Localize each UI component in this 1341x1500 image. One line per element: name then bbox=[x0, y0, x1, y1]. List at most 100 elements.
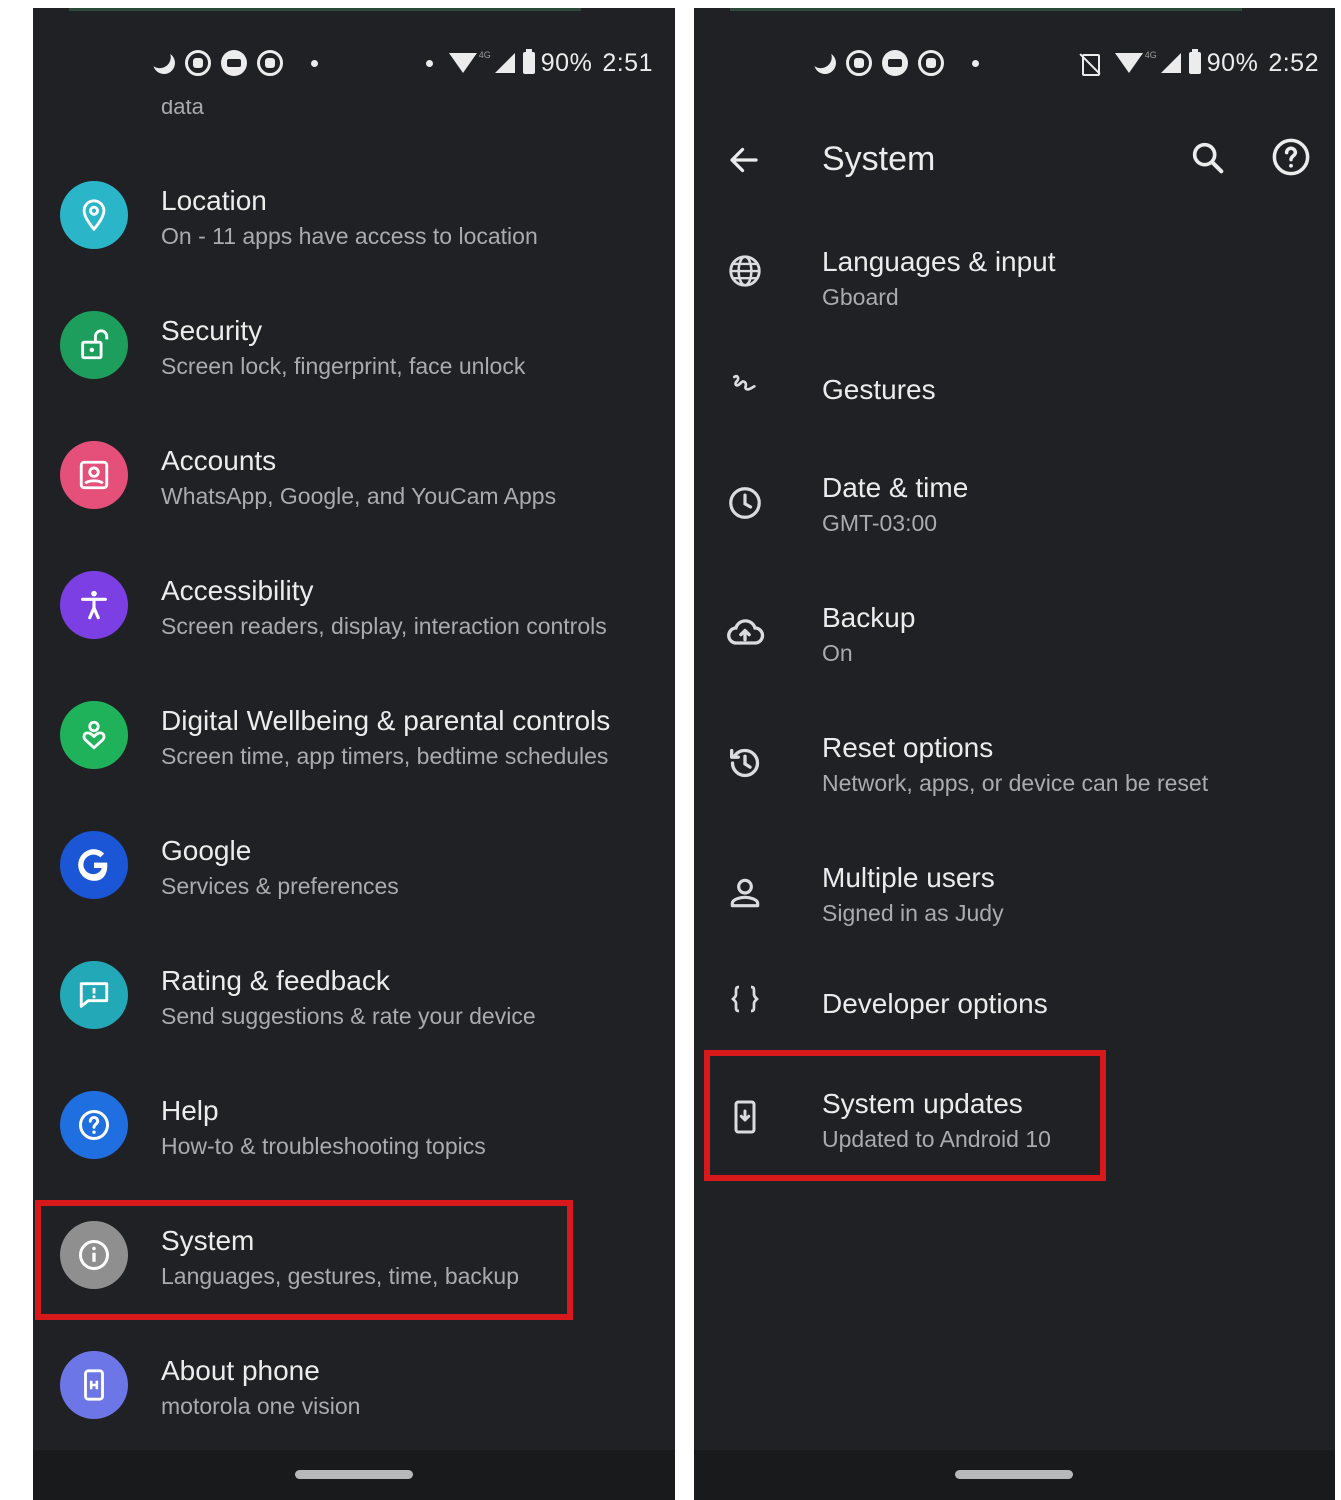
settings-item-subtitle: Screen readers, display, interaction con… bbox=[161, 613, 607, 639]
scrolled-off-text: data bbox=[161, 100, 204, 118]
notification-icon bbox=[257, 50, 283, 76]
unlock-icon bbox=[60, 311, 128, 379]
settings-item-title: Digital Wellbeing & parental controls bbox=[161, 705, 611, 736]
battery-icon bbox=[522, 49, 535, 74]
settings-item-title: Google bbox=[161, 835, 252, 866]
wifi-icon bbox=[1114, 53, 1143, 73]
settings-item-subtitle: How-to & troubleshooting topics bbox=[161, 1133, 486, 1159]
do-not-disturb-icon bbox=[811, 49, 839, 77]
globe-icon bbox=[724, 250, 766, 292]
do-not-disturb-icon bbox=[150, 49, 178, 77]
system-item-title: Reset options bbox=[822, 732, 994, 763]
battery-icon bbox=[1188, 49, 1201, 74]
settings-item-title: Rating & feedback bbox=[161, 965, 390, 996]
settings-item-digital-wellbeing[interactable]: Digital Wellbeing & parental controls Sc… bbox=[33, 680, 675, 800]
settings-item-subtitle: WhatsApp, Google, and YouCam Apps bbox=[161, 483, 557, 509]
settings-item-title: Location bbox=[161, 185, 267, 216]
settings-item-google[interactable]: Google Services & preferences bbox=[33, 810, 675, 930]
settings-item-accounts[interactable]: Accounts WhatsApp, Google, and YouCam Ap… bbox=[33, 420, 675, 540]
network-type-icon: 4G bbox=[1144, 50, 1157, 60]
page-title: System bbox=[822, 140, 936, 178]
settings-item-title: Accessibility bbox=[161, 575, 314, 606]
system-item-title: Gestures bbox=[822, 374, 936, 405]
history-icon bbox=[724, 742, 766, 784]
settings-item-title: About phone bbox=[161, 1355, 320, 1386]
settings-item-location[interactable]: Location On - 11 apps have access to loc… bbox=[33, 160, 675, 280]
instagram-icon bbox=[846, 50, 872, 76]
wifi-icon bbox=[448, 53, 477, 73]
clock-time: 2:52 bbox=[1268, 48, 1319, 77]
top-accent-line bbox=[730, 8, 1242, 11]
system-item-title: Multiple users bbox=[822, 862, 995, 893]
instagram-icon bbox=[185, 50, 211, 76]
system-item-subtitle: GMT-03:00 bbox=[822, 510, 938, 536]
messenger-icon bbox=[221, 50, 247, 76]
settings-item-subtitle: motorola one vision bbox=[161, 1393, 361, 1419]
clock-icon bbox=[724, 482, 766, 524]
cloud-upload-icon bbox=[724, 612, 766, 654]
system-item-title: Backup bbox=[822, 602, 916, 633]
system-item-languages-input[interactable]: Languages & input Gboard bbox=[694, 214, 1335, 334]
app-bar: System bbox=[694, 120, 1335, 200]
network-type-icon: 4G bbox=[478, 50, 491, 60]
home-gesture-handle[interactable] bbox=[955, 1470, 1073, 1479]
status-bar: 4G 90% 2:51 bbox=[153, 46, 653, 80]
status-bar: 4G 90% 2:52 bbox=[814, 46, 1319, 80]
system-item-subtitle: Network, apps, or device can be reset bbox=[822, 770, 1209, 796]
account-box-icon bbox=[60, 441, 128, 509]
more-notifications-dot-icon bbox=[972, 59, 979, 67]
help-icon[interactable] bbox=[1270, 136, 1312, 178]
braces-icon bbox=[724, 978, 766, 1020]
system-item-subtitle: On bbox=[822, 640, 853, 666]
clock-time: 2:51 bbox=[602, 48, 653, 77]
battery-percent: 90% bbox=[540, 48, 593, 77]
back-arrow-icon[interactable] bbox=[726, 142, 762, 178]
help-circle-icon bbox=[60, 1091, 128, 1159]
cell-signal-icon bbox=[494, 53, 515, 73]
settings-item-subtitle: Services & preferences bbox=[161, 873, 399, 899]
system-item-title: Languages & input bbox=[822, 246, 1056, 277]
google-g-icon bbox=[60, 831, 128, 899]
settings-item-security[interactable]: Security Screen lock, fingerprint, face … bbox=[33, 290, 675, 410]
location-pin-icon bbox=[60, 181, 128, 249]
settings-item-about-phone[interactable]: About phone motorola one vision bbox=[33, 1330, 675, 1450]
navigation-bar bbox=[33, 1450, 675, 1500]
battery-percent: 90% bbox=[1206, 48, 1259, 77]
gesture-icon bbox=[724, 364, 766, 406]
notification-dot-icon bbox=[425, 59, 433, 67]
wellbeing-heart-icon bbox=[60, 701, 128, 769]
accessibility-icon bbox=[60, 571, 128, 639]
messenger-icon bbox=[882, 50, 908, 76]
system-item-date-time[interactable]: Date & time GMT-03:00 bbox=[694, 440, 1335, 560]
system-item-title: Date & time bbox=[822, 472, 969, 503]
top-accent-line bbox=[69, 8, 581, 11]
more-notifications-dot-icon bbox=[311, 59, 318, 67]
settings-item-title: Security bbox=[161, 315, 263, 346]
phone-icon bbox=[60, 1351, 128, 1419]
system-item-reset-options[interactable]: Reset options Network, apps, or device c… bbox=[694, 700, 1335, 820]
settings-item-subtitle: Send suggestions & rate your device bbox=[161, 1003, 536, 1029]
notification-icon bbox=[918, 50, 944, 76]
system-item-title: Developer options bbox=[822, 988, 1048, 1019]
system-item-multiple-users[interactable]: Multiple users Signed in as Judy bbox=[694, 830, 1335, 950]
settings-item-accessibility[interactable]: Accessibility Screen readers, display, i… bbox=[33, 550, 675, 670]
no-sim-icon bbox=[1079, 52, 1101, 76]
navigation-bar bbox=[694, 1450, 1335, 1500]
settings-screen: 4G 90% 2:51 data Location On - 11 apps h… bbox=[33, 8, 675, 1500]
settings-item-subtitle: On - 11 apps have access to location bbox=[161, 223, 538, 249]
system-settings-screen: 4G 90% 2:52 System Languages & input Gbo… bbox=[694, 8, 1335, 1500]
settings-item-subtitle: Screen time, app timers, bedtime schedul… bbox=[161, 743, 609, 769]
highlight-box-system-updates bbox=[704, 1050, 1106, 1181]
settings-item-rating-feedback[interactable]: Rating & feedback Send suggestions & rat… bbox=[33, 940, 675, 1060]
settings-item-subtitle: Screen lock, fingerprint, face unlock bbox=[161, 353, 526, 379]
settings-item-title: Accounts bbox=[161, 445, 277, 476]
settings-item-help[interactable]: Help How-to & troubleshooting topics bbox=[33, 1070, 675, 1190]
home-gesture-handle[interactable] bbox=[295, 1470, 413, 1479]
system-item-backup[interactable]: Backup On bbox=[694, 570, 1335, 690]
search-icon[interactable] bbox=[1188, 138, 1228, 178]
person-icon bbox=[724, 872, 766, 914]
highlight-box-system bbox=[35, 1200, 573, 1320]
cell-signal-icon bbox=[1160, 53, 1181, 73]
settings-item-title: Help bbox=[161, 1095, 219, 1126]
system-item-subtitle: Gboard bbox=[822, 284, 899, 310]
